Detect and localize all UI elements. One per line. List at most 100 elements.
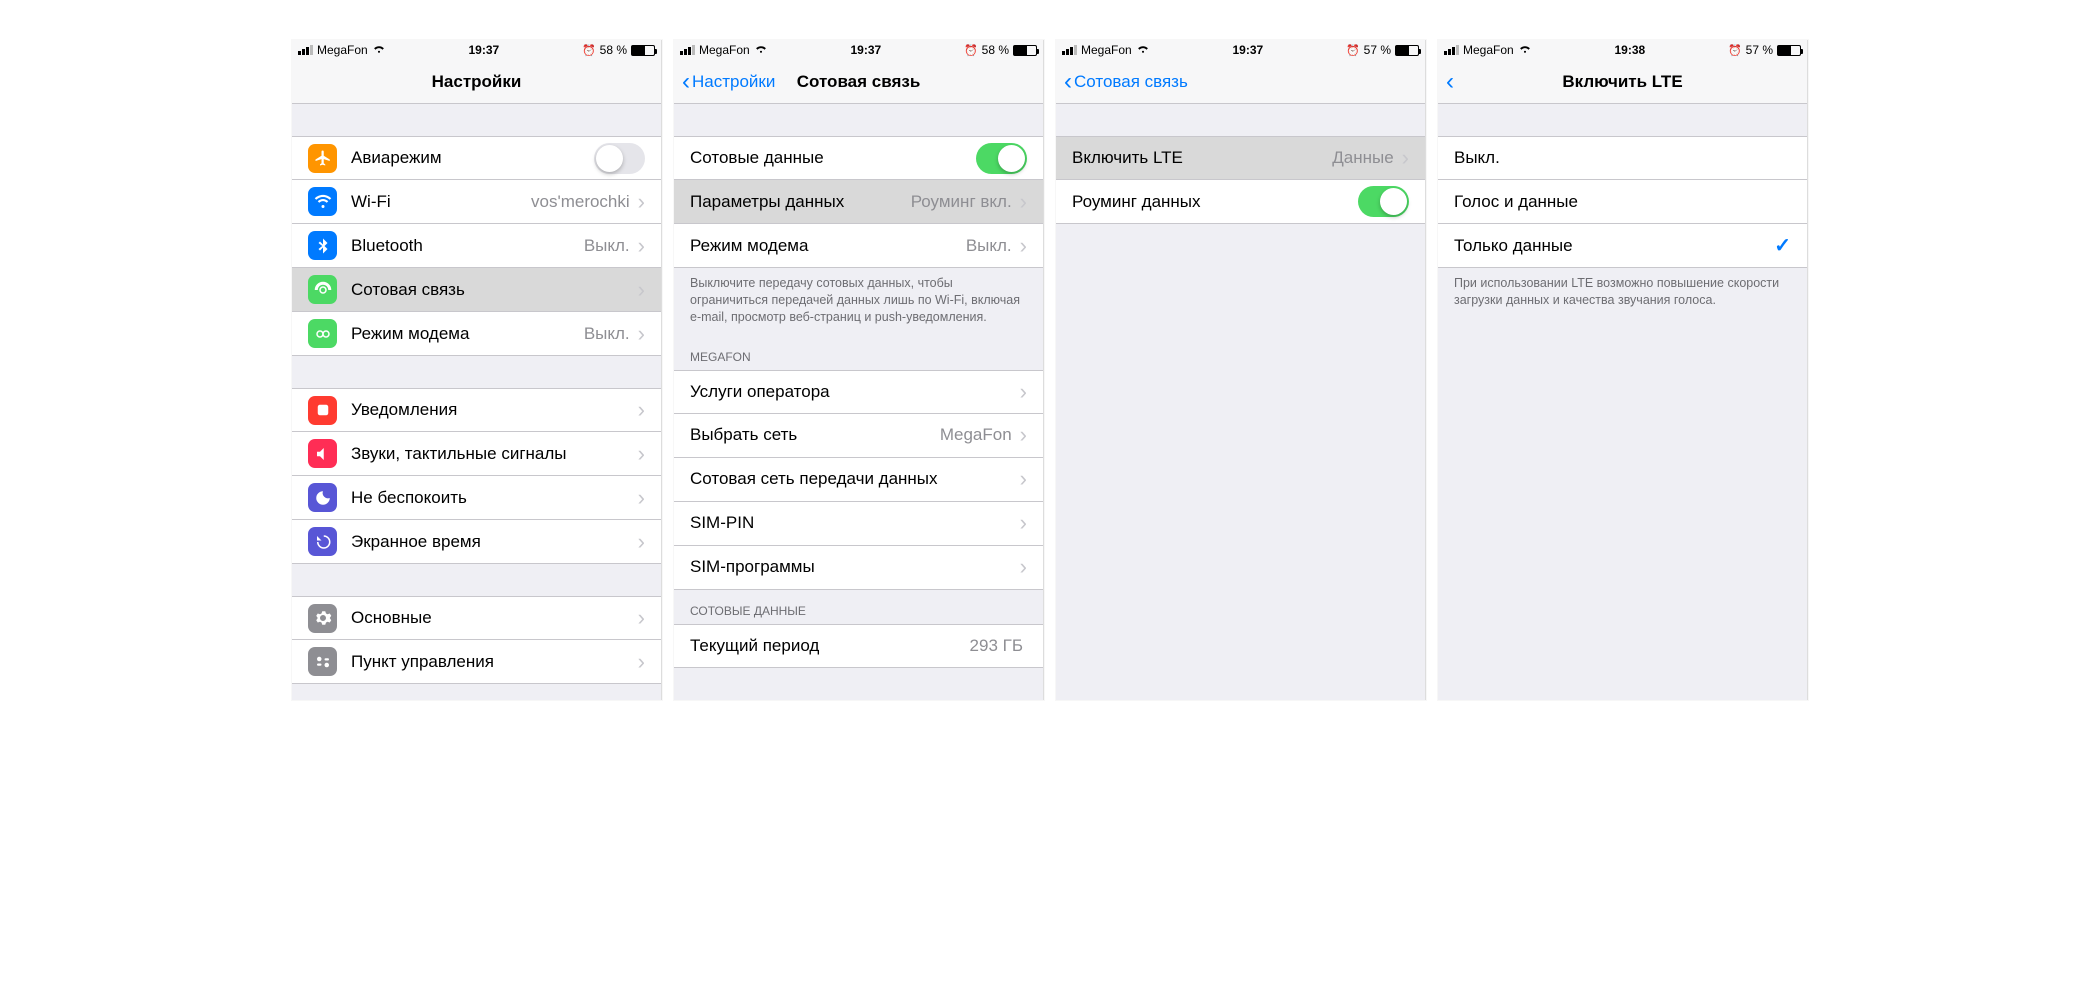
chevron-right-icon: › [638, 189, 645, 215]
chevron-right-icon: › [638, 277, 645, 303]
chevron-right-icon: › [1020, 379, 1027, 405]
status-bar: MegaFon 19:37 ⏰ 58 % [674, 40, 1043, 60]
sim-pin-label: SIM-PIN [690, 513, 1016, 533]
row-hotspot[interactable]: Режим модема Выкл. › [292, 312, 661, 356]
general-label: Основные [351, 608, 634, 628]
carrier-header: MEGAFON [674, 336, 1043, 370]
clock: 19:38 [1614, 43, 1645, 57]
carrier-label: MegaFon [699, 43, 750, 57]
row-general[interactable]: Основные › [292, 596, 661, 640]
chevron-right-icon: › [1402, 145, 1409, 171]
battery-icon [1395, 45, 1419, 56]
lte-note: При использовании LTE возможно повышение… [1438, 268, 1807, 319]
dnd-label: Не беспокоить [351, 488, 634, 508]
chevron-right-icon: › [638, 441, 645, 467]
battery-pct: 57 % [1746, 43, 1773, 57]
status-bar: MegaFon 19:38 ⏰ 57 % [1438, 40, 1807, 60]
enable-lte-label: Включить LTE [1072, 148, 1332, 168]
wifi-icon [1136, 43, 1150, 57]
carrier-label: MegaFon [317, 43, 368, 57]
row-cellular[interactable]: Сотовая связь › [292, 268, 661, 312]
row-airplane[interactable]: Авиарежим [292, 136, 661, 180]
network-select-value: MegaFon [940, 425, 1012, 445]
clock: 19:37 [468, 43, 499, 57]
row-lte-data-only[interactable]: Только данные ✓ [1438, 224, 1807, 268]
hotspot-value: Выкл. [966, 236, 1012, 256]
row-lte-off[interactable]: Выкл. [1438, 136, 1807, 180]
airplane-icon [308, 144, 337, 173]
status-bar: MegaFon 19:37 ⏰ 57 % [1056, 40, 1425, 60]
notifications-icon [308, 396, 337, 425]
signal-icon [1062, 45, 1077, 55]
row-sim-pin[interactable]: SIM-PIN › [674, 502, 1043, 546]
current-period-label: Текущий период [690, 636, 970, 656]
sounds-icon [308, 439, 337, 468]
navbar: Настройки [292, 60, 661, 104]
row-roaming[interactable]: Роуминг данных [1056, 180, 1425, 224]
wifi-icon [754, 43, 768, 57]
row-hotspot[interactable]: Режим модема Выкл. › [674, 224, 1043, 268]
battery-pct: 57 % [1364, 43, 1391, 57]
carrier-label: MegaFon [1463, 43, 1514, 57]
row-cellular-network[interactable]: Сотовая сеть передачи данных › [674, 458, 1043, 502]
back-button[interactable]: ‹ [1446, 70, 1454, 94]
row-wifi[interactable]: Wi-Fi vos'merochki › [292, 180, 661, 224]
airplane-toggle[interactable] [594, 143, 645, 174]
data-options-label: Параметры данных [690, 192, 911, 212]
sounds-label: Звуки, тактильные сигналы [351, 444, 634, 464]
page-title: Включить LTE [1438, 72, 1807, 92]
chevron-right-icon: › [638, 485, 645, 511]
chevron-left-icon: ‹ [1446, 70, 1454, 94]
roaming-label: Роуминг данных [1072, 192, 1358, 212]
cellular-data-toggle[interactable] [976, 143, 1027, 174]
row-carrier-services[interactable]: Услуги оператора › [674, 370, 1043, 414]
network-select-label: Выбрать сеть [690, 425, 940, 445]
navbar: ‹ Настройки Сотовая связь [674, 60, 1043, 104]
row-notifications[interactable]: Уведомления › [292, 388, 661, 432]
chevron-right-icon: › [1020, 422, 1027, 448]
control-center-icon [308, 647, 337, 676]
row-sim-apps[interactable]: SIM-программы › [674, 546, 1043, 590]
chevron-right-icon: › [638, 397, 645, 423]
alarm-icon: ⏰ [964, 44, 978, 57]
bluetooth-label: Bluetooth [351, 236, 584, 256]
screen-settings: MegaFon 19:37 ⏰ 58 % Настройки Авиарежим… [292, 40, 662, 700]
chevron-right-icon: › [638, 233, 645, 259]
row-bluetooth[interactable]: Bluetooth Выкл. › [292, 224, 661, 268]
row-network-select[interactable]: Выбрать сеть MegaFon › [674, 414, 1043, 458]
row-screentime[interactable]: Экранное время › [292, 520, 661, 564]
back-button[interactable]: ‹ Сотовая связь [1064, 70, 1188, 94]
screen-cellular: MegaFon 19:37 ⏰ 58 % ‹ Настройки Сотовая… [674, 40, 1044, 700]
wifi-label: Wi-Fi [351, 192, 531, 212]
row-control-center[interactable]: Пункт управления › [292, 640, 661, 684]
row-enable-lte[interactable]: Включить LTE Данные › [1056, 136, 1425, 180]
wifi-icon [1518, 43, 1532, 57]
chevron-right-icon: › [1020, 189, 1027, 215]
battery-icon [631, 45, 655, 56]
screentime-label: Экранное время [351, 532, 634, 552]
hotspot-value: Выкл. [584, 324, 630, 344]
roaming-toggle[interactable] [1358, 186, 1409, 217]
row-dnd[interactable]: Не беспокоить › [292, 476, 661, 520]
row-sounds[interactable]: Звуки, тактильные сигналы › [292, 432, 661, 476]
row-data-options[interactable]: Параметры данных Роуминг вкл. › [674, 180, 1043, 224]
back-label: Настройки [692, 72, 775, 92]
screen-data-options: MegaFon 19:37 ⏰ 57 % ‹ Сотовая связь Вкл… [1056, 40, 1426, 700]
notifications-label: Уведомления [351, 400, 634, 420]
wifi-value: vos'merochki [531, 192, 630, 212]
dnd-icon [308, 483, 337, 512]
carrier-services-label: Услуги оператора [690, 382, 1016, 402]
back-button[interactable]: ‹ Настройки [682, 70, 775, 94]
row-current-period[interactable]: Текущий период 293 ГБ [674, 624, 1043, 668]
cellular-label: Сотовая связь [351, 280, 634, 300]
signal-icon [1444, 45, 1459, 55]
row-lte-voice-data[interactable]: Голос и данные [1438, 180, 1807, 224]
chevron-right-icon: › [1020, 466, 1027, 492]
battery-pct: 58 % [982, 43, 1009, 57]
gear-icon [308, 604, 337, 633]
cellular-data-note: Выключите передачу сотовых данных, чтобы… [674, 268, 1043, 336]
row-cellular-data[interactable]: Сотовые данные [674, 136, 1043, 180]
hotspot-label: Режим модема [351, 324, 584, 344]
airplane-label: Авиарежим [351, 148, 594, 168]
bluetooth-value: Выкл. [584, 236, 630, 256]
